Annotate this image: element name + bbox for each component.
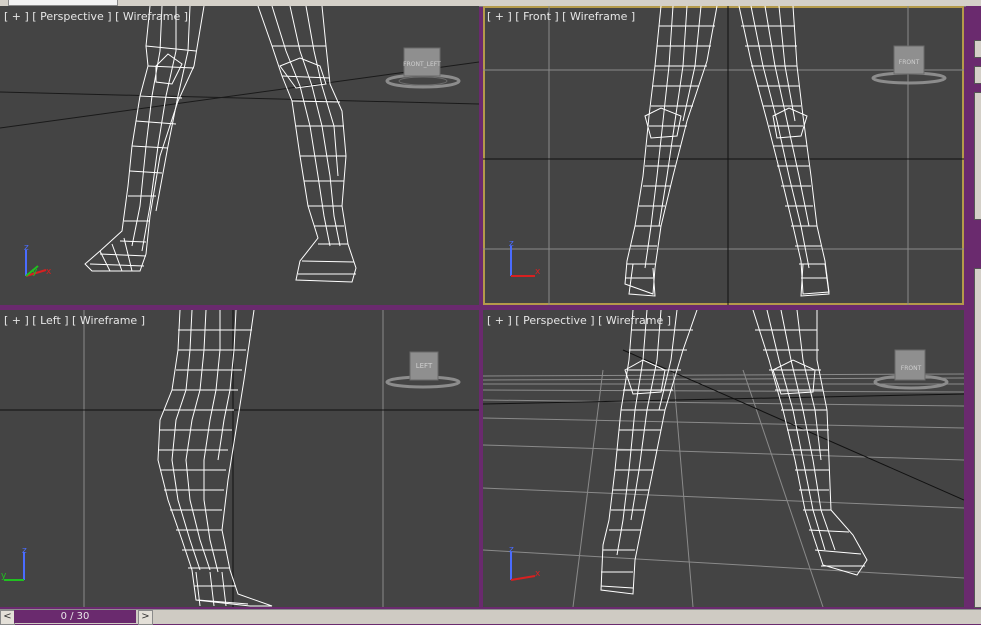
svg-text:z: z [509,545,514,555]
command-panel-rollout[interactable] [974,92,981,220]
viewcube-icon[interactable]: FRONT [873,349,949,390]
wireframe-leg-mesh [84,6,205,272]
svg-text:z: z [24,243,29,253]
wireframe-leg-mesh [157,310,273,607]
viewport-br-canvas: FRONT z x [483,310,964,607]
svg-text:x: x [46,267,52,277]
axis-tripod-icon: z x y [24,243,52,277]
viewport-label[interactable]: [ + ] [ Left ] [ Wireframe ] [4,314,145,327]
svg-text:LEFT: LEFT [416,362,433,370]
viewport-bl-canvas: LEFT z y [0,310,479,607]
command-panel-button[interactable] [974,66,981,84]
viewport-label[interactable]: [ + ] [ Front ] [ Wireframe ] [487,10,635,23]
svg-text:z: z [509,239,514,249]
svg-text:FRONT: FRONT [901,365,922,372]
time-slider-bar: < 0 / 30 > [0,609,981,625]
svg-text:z: z [22,546,27,556]
svg-text:y: y [1,571,7,581]
axis-tripod-icon: z x [509,545,541,581]
viewport-grid [483,6,964,305]
svg-text:x: x [535,569,541,579]
wireframe-leg-mesh [624,6,718,297]
command-panel-button[interactable] [974,40,981,58]
command-panel-rollout[interactable] [974,268,981,608]
svg-text:y: y [32,267,38,277]
time-slider[interactable]: 0 / 30 [14,610,136,623]
viewcube-icon[interactable]: LEFT [385,351,461,389]
command-panel [966,6,981,608]
viewport-label[interactable]: [ + ] [ Perspective ] [ Wireframe ] [4,10,188,23]
viewport-label[interactable]: [ + ] [ Perspective ] [ Wireframe ] [487,314,671,327]
svg-text:FRONT_LEFT: FRONT_LEFT [403,61,441,68]
viewport-front-top-right[interactable]: FRONT z x [ + ] [ Front ] [ Wireframe ] [483,6,964,305]
viewport-perspective-top-left[interactable]: FRONT_LEFT z x y [ + ] [ Perspective ] [… [0,6,479,305]
viewport-left-bottom-left[interactable]: LEFT z y [ + ] [ Left ] [ Wireframe ] [0,310,479,607]
viewport-perspective-bottom-right[interactable]: FRONT z x [ + ] [ Perspective ] [ Wirefr… [483,310,964,607]
viewport-grid [483,369,964,607]
axis-tripod-icon: z y [1,546,27,581]
viewport-tl-canvas: FRONT_LEFT z x y [0,6,479,283]
svg-text:x: x [535,267,541,277]
axis-tripod-icon: z x [509,239,541,277]
viewport-tr-canvas: FRONT z x [483,6,964,305]
wireframe-leg-mesh [600,310,698,595]
viewcube-icon[interactable]: FRONT_LEFT [385,47,461,89]
svg-text:FRONT: FRONT [899,59,920,66]
viewcube-icon[interactable]: FRONT [871,45,947,85]
